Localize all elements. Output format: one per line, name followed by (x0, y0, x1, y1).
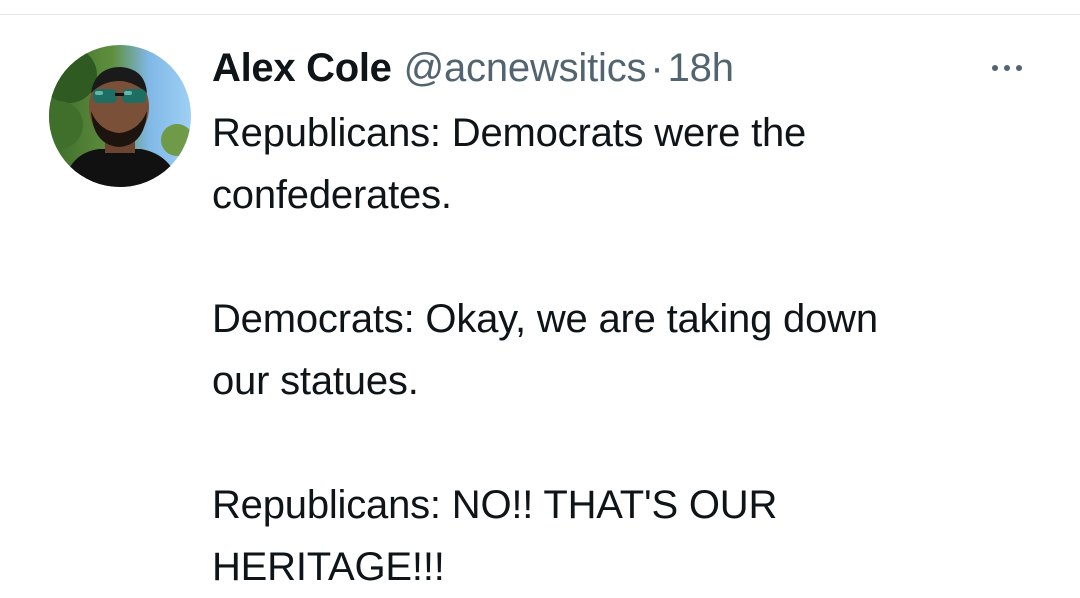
more-options-button[interactable] (985, 56, 1029, 80)
tweet[interactable]: Alex Cole @acnewsitics · 18h Republicans… (0, 0, 1080, 598)
tweet-line: confederates. (212, 173, 452, 217)
avatar-photo (49, 45, 191, 187)
tweet-text: Republicans: Democrats were the confeder… (212, 102, 1062, 598)
tweet-header: Alex Cole @acnewsitics · 18h (212, 42, 734, 94)
tweet-line: HERITAGE!!! (212, 545, 445, 589)
tweet-line: Republicans: NO!! THAT'S OUR (212, 483, 778, 527)
timestamp[interactable]: 18h (668, 46, 734, 91)
tweet-line: Democrats: Okay, we are taking down (212, 297, 878, 341)
tweet-blank-line (212, 226, 1062, 288)
avatar[interactable] (49, 45, 191, 187)
user-handle[interactable]: @acnewsitics (404, 46, 647, 91)
tweet-blank-line (212, 412, 1062, 474)
separator-dot: · (650, 45, 664, 90)
display-name[interactable]: Alex Cole (212, 46, 392, 91)
more-horizontal-icon (992, 65, 1022, 71)
tweet-line: our statues. (212, 359, 419, 403)
tweet-line: Republicans: Democrats were the (212, 111, 807, 155)
